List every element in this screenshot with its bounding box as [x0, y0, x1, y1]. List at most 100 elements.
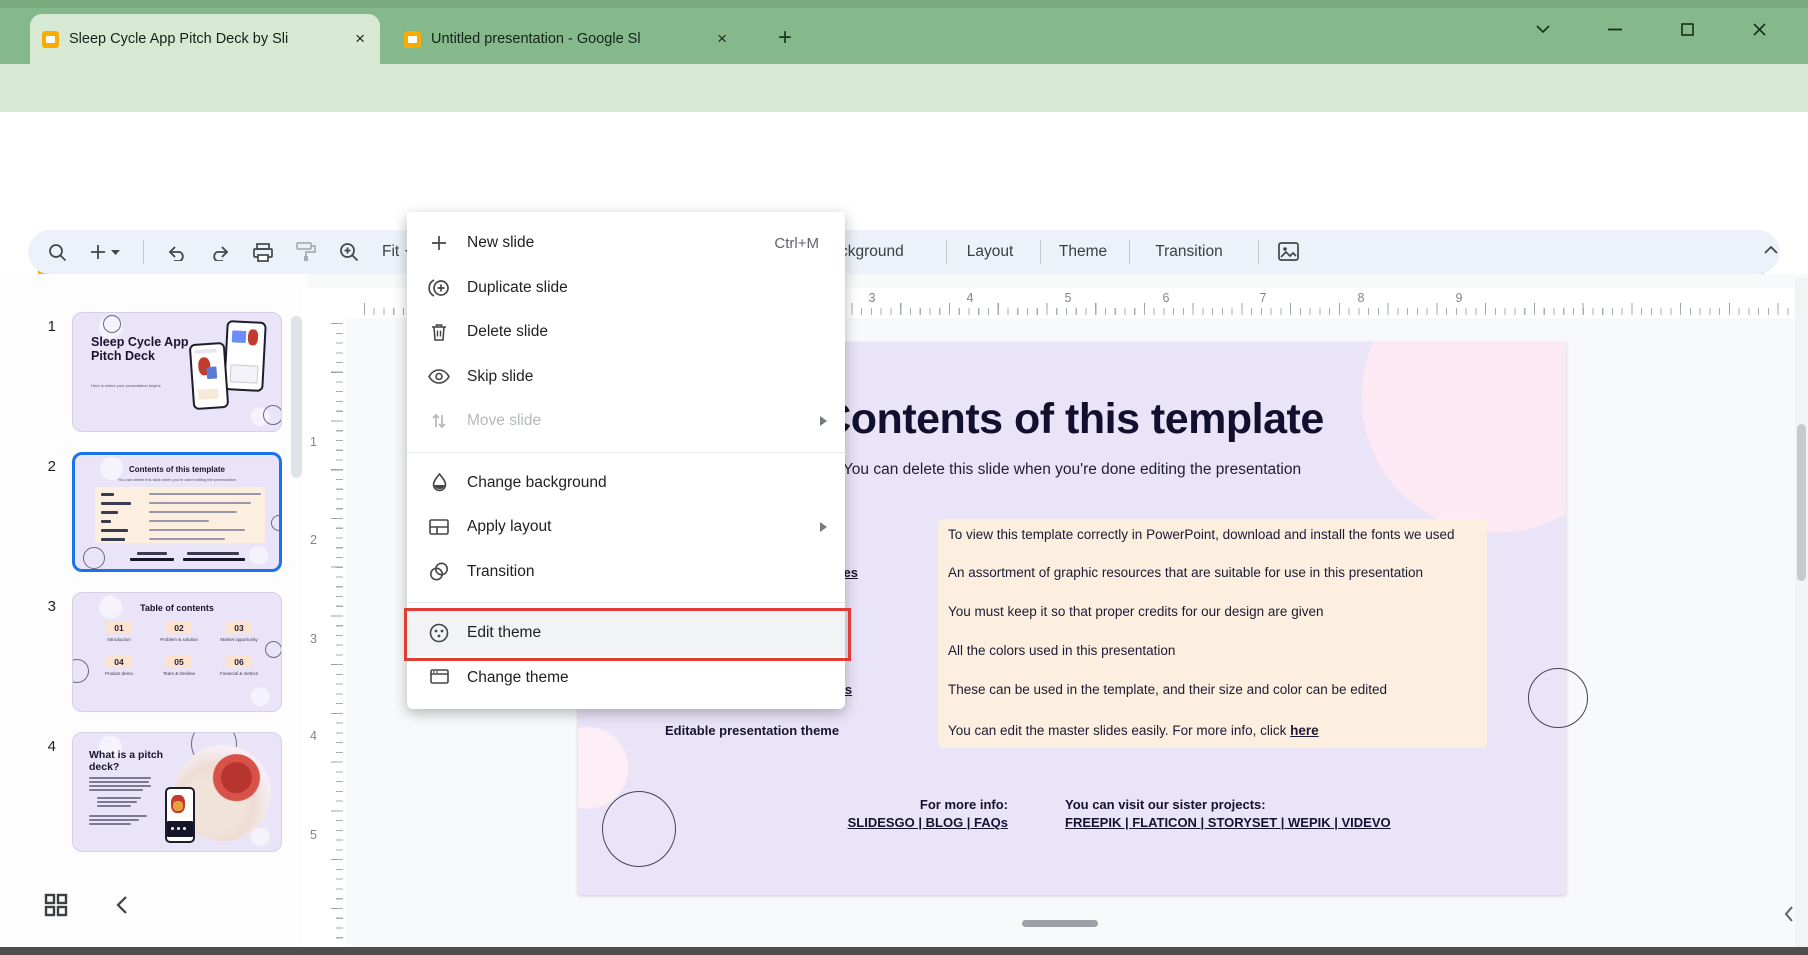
toc-num: 05	[166, 655, 192, 668]
window-maximize-icon[interactable]	[1672, 16, 1702, 42]
menu-item-duplicate-slide[interactable]: Duplicate slide	[407, 266, 845, 311]
slide-thumbnail-4[interactable]: What is a pitch deck?	[72, 732, 282, 852]
menu-item-move-slide: Move slide	[407, 399, 845, 444]
menu-divider	[407, 602, 845, 603]
menu-divider	[407, 452, 845, 453]
browser-tab-bar: Sleep Cycle App Pitch Deck by Sli × Unti…	[0, 0, 1808, 64]
row-text[interactable]: You must keep it so that proper credits …	[948, 604, 1478, 619]
row-text[interactable]: These can be used in the template, and t…	[948, 682, 1478, 697]
toc-label: Introduction	[88, 637, 150, 642]
layout-button[interactable]: Layout	[940, 230, 1040, 274]
insert-image-icon[interactable]	[1278, 242, 1299, 261]
menu-item-apply-layout[interactable]: Apply layout	[407, 505, 845, 550]
new-slide-split-button[interactable]	[90, 244, 120, 260]
row-label-editable-theme[interactable]: Editable presentation theme	[665, 723, 935, 738]
sister-projects-links[interactable]: FREEPIK | FLATICON | STORYSET | WEPIK | …	[1065, 815, 1485, 830]
menu-item-change-theme[interactable]: Change theme	[407, 656, 845, 701]
toc-num: 06	[226, 655, 252, 668]
menu-item-label: Skip slide	[467, 368, 533, 386]
toolbar-divider	[1258, 240, 1259, 264]
row-text[interactable]: You can edit the master slides easily. F…	[948, 723, 1478, 738]
theme-button[interactable]: Theme	[1033, 230, 1133, 274]
more-info-links[interactable]: SLIDESGO | BLOG | FAQs	[748, 815, 1008, 830]
row-text[interactable]: An assortment of graphic resources that …	[948, 565, 1478, 580]
redo-icon[interactable]	[210, 244, 230, 261]
row-text[interactable]: To view this template correctly in Power…	[948, 527, 1478, 542]
browser-tab-active[interactable]: Sleep Cycle App Pitch Deck by Sli ×	[30, 14, 380, 64]
window-menu-chevron-icon[interactable]	[1528, 16, 1558, 42]
decorative-circle-shape[interactable]	[1528, 668, 1588, 728]
ruler-number: 4	[310, 729, 317, 743]
menu-item-label: Apply layout	[467, 518, 551, 536]
show-side-panel-icon[interactable]	[1784, 906, 1794, 922]
slide-table-background[interactable]	[938, 519, 1487, 748]
thumb1-title: Sleep Cycle App Pitch Deck	[91, 335, 191, 364]
ruler-number: 6	[1163, 291, 1170, 305]
slide-thumbnail-1[interactable]: Sleep Cycle App Pitch Deck Here is where…	[72, 312, 282, 432]
toc-num: 03	[226, 621, 252, 634]
ruler-number: 7	[1260, 291, 1267, 305]
toc-num: 02	[166, 621, 192, 634]
address-bar-row: docs.google.com/presentation/d/1TZq4AWgi…	[0, 64, 1808, 112]
grid-view-icon[interactable]	[44, 893, 68, 917]
thumb-number: 4	[30, 738, 56, 755]
slide-thumbnail-3[interactable]: Table of contents 01 Introduction 02 Pro…	[72, 592, 282, 712]
filmstrip-scrollbar[interactable]	[291, 316, 302, 478]
menu-item-transition[interactable]: Transition	[407, 550, 845, 595]
menu-item-new-slide[interactable]: New slide Ctrl+M	[407, 221, 845, 266]
here-link[interactable]: here	[1290, 723, 1319, 738]
browser-tab-inactive[interactable]: Untitled presentation - Google Sl ×	[392, 14, 742, 64]
plus-icon	[90, 244, 106, 260]
row-text-body: You can edit the master slides easily. F…	[948, 723, 1290, 738]
transition-icon	[427, 560, 451, 584]
menu-item-label: Change background	[467, 474, 607, 492]
menu-item-label: Duplicate slide	[467, 279, 568, 297]
toc-num: 01	[106, 621, 132, 634]
thumb2-title: Contents of this template	[75, 465, 279, 474]
tab-close-icon[interactable]: ×	[714, 29, 730, 49]
menu-item-shortcut: Ctrl+M	[774, 235, 819, 252]
thumb-number: 1	[30, 318, 56, 335]
slide-dropdown-menu: New slide Ctrl+M Duplicate slide Delete …	[407, 212, 845, 709]
search-menus-icon[interactable]	[48, 243, 67, 262]
decorative-circle	[263, 405, 282, 425]
ruler-corner	[302, 288, 346, 318]
speaker-notes-drag-handle[interactable]	[1022, 920, 1098, 927]
tab-close-icon[interactable]: ×	[352, 29, 368, 49]
tab-title: Untitled presentation - Google Sl	[431, 31, 704, 47]
transition-button[interactable]: Transition	[1124, 230, 1254, 274]
menu-item-skip-slide[interactable]: Skip slide	[407, 355, 845, 400]
paint-format-icon[interactable]	[296, 242, 316, 262]
canvas-scrollbar-thumb[interactable]	[1797, 424, 1806, 581]
new-tab-button[interactable]: +	[778, 24, 792, 52]
menu-item-change-background[interactable]: Change background	[407, 461, 845, 506]
droplet-icon	[427, 471, 451, 495]
toolbar-divider	[143, 240, 144, 264]
menu-item-delete-slide[interactable]: Delete slide	[407, 310, 845, 355]
zoom-in-icon[interactable]	[339, 242, 359, 262]
trash-icon	[427, 320, 451, 344]
collapse-filmstrip-icon[interactable]	[116, 896, 128, 914]
canvas-scrollbar-track[interactable]	[1795, 278, 1808, 947]
ruler-number: 5	[310, 828, 317, 842]
undo-icon[interactable]	[167, 244, 187, 261]
decorative-ellipse-shape[interactable]	[602, 791, 676, 867]
slides-favicon	[42, 31, 59, 48]
menu-item-label: Edit theme	[467, 624, 541, 642]
collapse-toolbar-icon[interactable]	[1764, 246, 1778, 254]
eye-icon	[427, 365, 451, 389]
print-icon[interactable]	[253, 243, 273, 262]
slide-thumbnail-2-selected[interactable]: Contents of this template You can delete…	[72, 452, 282, 572]
ruler-number: 1	[310, 435, 317, 449]
window-minimize-icon[interactable]	[1600, 16, 1630, 42]
ruler-number: 9	[1456, 291, 1463, 305]
more-info-block: For more info: SLIDESGO | BLOG | FAQs	[748, 797, 1008, 830]
decorative-circle	[83, 547, 105, 569]
menu-item-edit-theme[interactable]: Edit theme	[407, 611, 845, 656]
row-text[interactable]: All the colors used in this presentation	[948, 643, 1478, 658]
toc-label: Team & timeline	[148, 671, 210, 676]
menu-item-label: Change theme	[467, 669, 569, 687]
vertical-ruler: 1 2 3 4 5	[302, 318, 346, 947]
toc-label: Problem & solution	[148, 637, 210, 642]
window-close-icon[interactable]	[1744, 16, 1774, 42]
